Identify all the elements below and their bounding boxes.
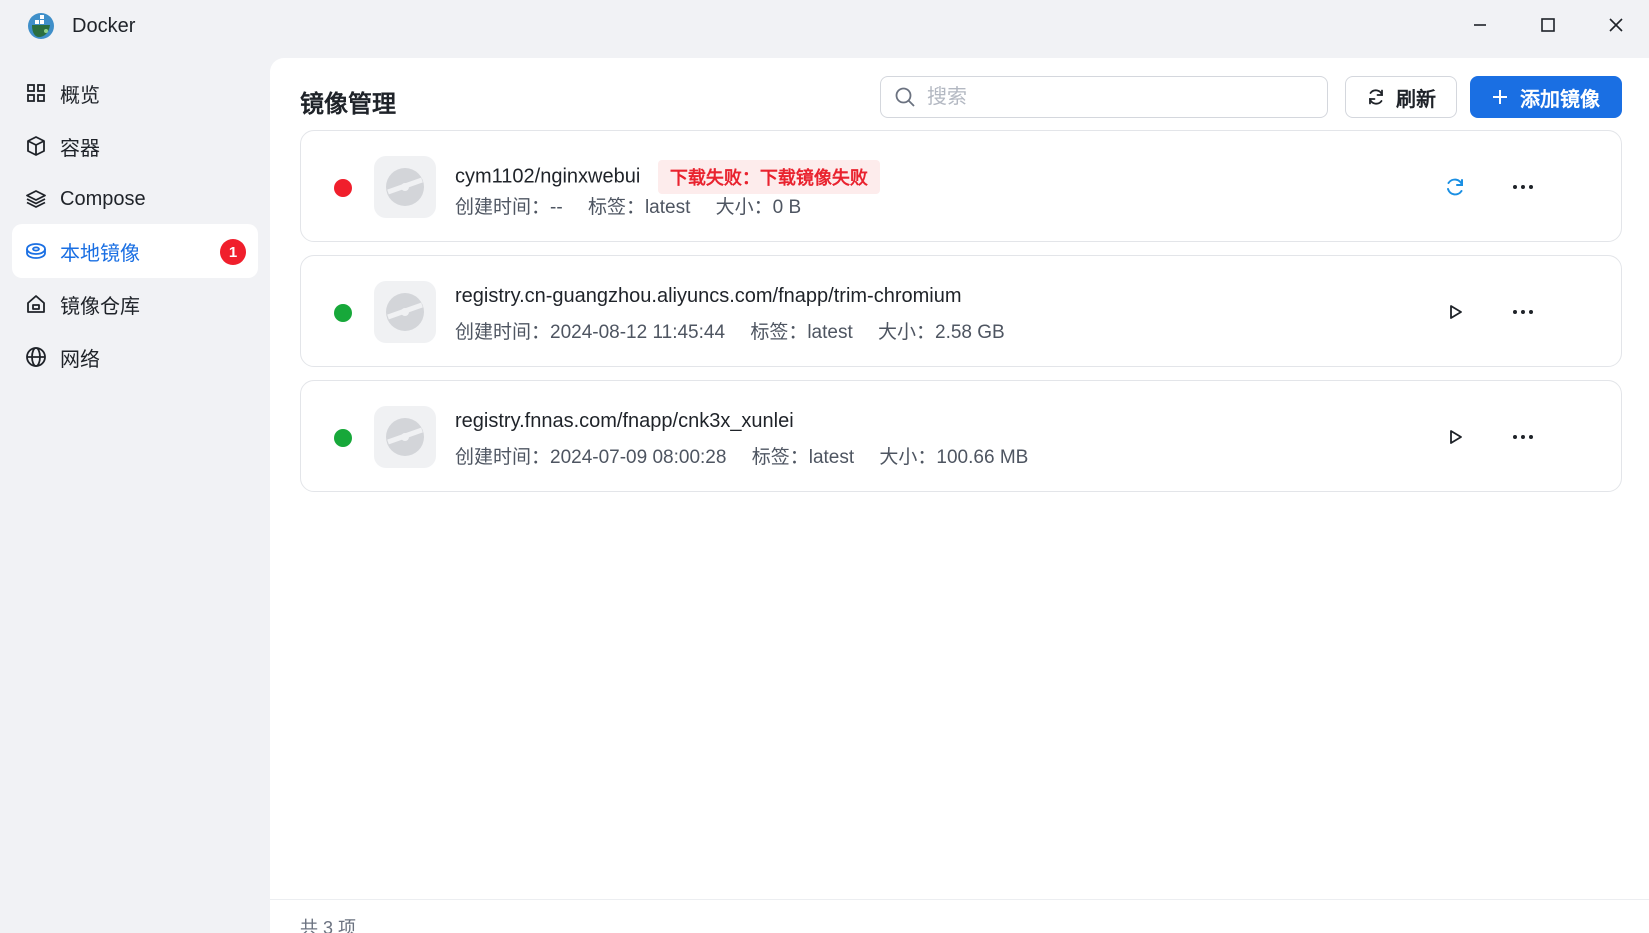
docker-window: Docker 概览 容器 Compose 本地镜像 1 镜像仓库 网络 镜像管理… bbox=[0, 0, 1649, 933]
image-tag: 标签：latest bbox=[750, 322, 853, 343]
sidebar-item-label: 概览 bbox=[60, 84, 100, 107]
page-title: 镜像管理 bbox=[300, 91, 396, 118]
sidebar-item-containers[interactable]: 容器 bbox=[12, 119, 258, 173]
more-options-button[interactable] bbox=[1504, 168, 1542, 206]
created-time: 创建时间：2024-07-09 08:00:28 bbox=[455, 447, 727, 468]
image-list-item[interactable]: registry.fnnas.com/fnapp/cnk3x_xunlei 创建… bbox=[300, 380, 1622, 492]
sidebar-item-label: 本地镜像 bbox=[60, 242, 140, 265]
add-image-label: 添加镜像 bbox=[1520, 88, 1600, 111]
search-icon bbox=[893, 85, 917, 109]
maximize-button[interactable] bbox=[1528, 8, 1568, 42]
item-count: 共 3 项 bbox=[300, 918, 357, 933]
image-placeholder-icon bbox=[374, 406, 436, 468]
retry-button[interactable] bbox=[1436, 168, 1474, 206]
error-badge: 下载失败：下载镜像失败 bbox=[657, 160, 880, 194]
grid-icon bbox=[24, 81, 48, 105]
search-input[interactable] bbox=[927, 85, 1307, 109]
globe-icon bbox=[24, 345, 48, 369]
run-button[interactable] bbox=[1436, 418, 1474, 456]
created-time: 创建时间：2024-08-12 11:45:44 bbox=[455, 322, 726, 343]
image-size: 大小：2.58 GB bbox=[878, 322, 1005, 343]
main-panel: 镜像管理 刷新 添加镜像 cym1102/ng bbox=[270, 58, 1649, 933]
sidebar-item-label: 镜像仓库 bbox=[60, 295, 140, 318]
close-button[interactable] bbox=[1596, 8, 1636, 42]
image-name: registry.cn-guangzhou.aliyuncs.com/fnapp… bbox=[455, 285, 962, 307]
retry-icon bbox=[1447, 178, 1463, 196]
plus-icon bbox=[1492, 89, 1508, 105]
title-bar: Docker bbox=[0, 0, 1649, 56]
run-button[interactable] bbox=[1436, 293, 1474, 331]
status-error-indicator bbox=[334, 179, 352, 197]
created-time: 创建时间：-- bbox=[455, 197, 563, 218]
minimize-button[interactable] bbox=[1460, 8, 1500, 42]
image-size: 大小：100.66 MB bbox=[879, 447, 1029, 468]
box-icon bbox=[24, 134, 48, 158]
image-tag: 标签：latest bbox=[751, 447, 855, 468]
image-name: registry.fnnas.com/fnapp/cnk3x_xunlei bbox=[455, 410, 794, 432]
image-list-item[interactable]: registry.cn-guangzhou.aliyuncs.com/fnapp… bbox=[300, 255, 1622, 367]
status-ok-indicator bbox=[334, 429, 352, 447]
sidebar-item-local-images[interactable]: 本地镜像 1 bbox=[12, 224, 258, 278]
sidebar-item-label: Compose bbox=[60, 187, 146, 210]
image-name: cym1102/nginxwebui bbox=[455, 165, 641, 188]
refresh-button[interactable]: 刷新 bbox=[1345, 76, 1457, 118]
home-icon bbox=[24, 292, 48, 316]
image-placeholder-icon bbox=[374, 281, 436, 343]
search-box[interactable] bbox=[880, 76, 1328, 118]
minimize-icon bbox=[1474, 24, 1486, 26]
more-options-button[interactable] bbox=[1504, 293, 1542, 331]
more-icon bbox=[1513, 435, 1533, 439]
add-image-button[interactable]: 添加镜像 bbox=[1470, 76, 1622, 118]
sidebar: 概览 容器 Compose 本地镜像 1 镜像仓库 网络 bbox=[0, 56, 270, 933]
disc-icon bbox=[24, 239, 48, 263]
more-icon bbox=[1513, 310, 1533, 314]
refresh-label: 刷新 bbox=[1396, 88, 1436, 111]
maximize-icon bbox=[1541, 18, 1555, 32]
layers-icon bbox=[24, 187, 48, 211]
status-ok-indicator bbox=[334, 304, 352, 322]
docker-logo-icon bbox=[26, 11, 56, 41]
close-icon bbox=[1609, 18, 1623, 32]
sidebar-item-network[interactable]: 网络 bbox=[12, 330, 258, 384]
window-title: Docker bbox=[72, 15, 136, 37]
play-icon bbox=[1450, 430, 1462, 444]
image-placeholder-icon bbox=[374, 156, 436, 218]
image-tag: 标签：latest bbox=[587, 197, 691, 218]
more-icon bbox=[1513, 185, 1533, 189]
sidebar-item-registry[interactable]: 镜像仓库 bbox=[12, 277, 258, 331]
list-footer: 共 3 项 bbox=[270, 899, 1649, 933]
sidebar-item-label: 容器 bbox=[60, 137, 100, 160]
sidebar-item-label: 网络 bbox=[60, 348, 100, 371]
image-list-item[interactable]: cym1102/nginxwebui 下载失败：下载镜像失败 创建时间：-- 标… bbox=[300, 130, 1622, 242]
play-icon bbox=[1450, 305, 1462, 319]
sidebar-item-compose[interactable]: Compose bbox=[12, 172, 258, 226]
notification-badge: 1 bbox=[220, 239, 246, 265]
more-options-button[interactable] bbox=[1504, 418, 1542, 456]
image-size: 大小：0 B bbox=[715, 197, 802, 218]
refresh-icon bbox=[1366, 87, 1386, 107]
sidebar-item-overview[interactable]: 概览 bbox=[12, 66, 258, 120]
